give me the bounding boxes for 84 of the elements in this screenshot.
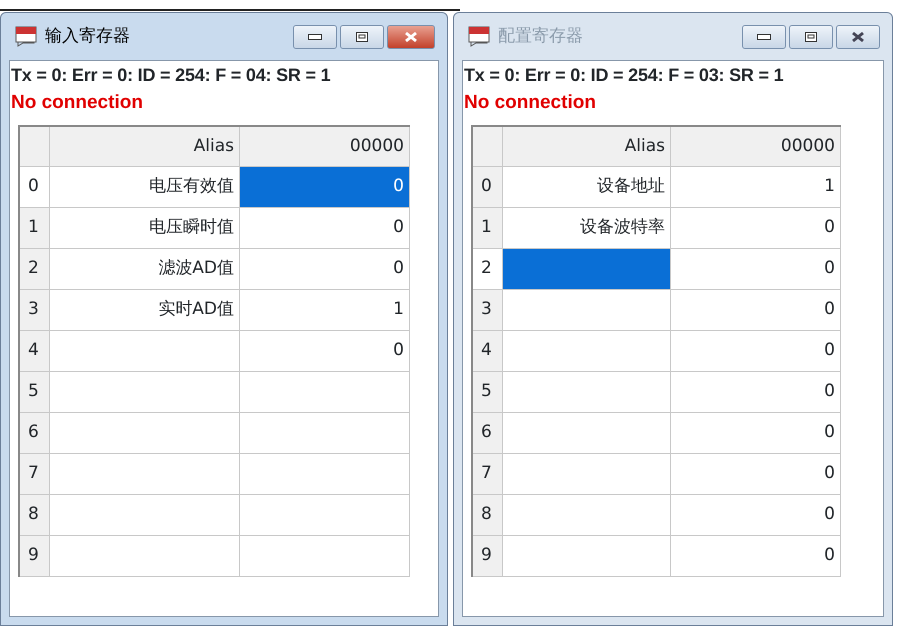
- table-cell[interactable]: [240, 495, 410, 536]
- table-cell[interactable]: 设备地址: [503, 167, 671, 208]
- maximize-icon: [805, 32, 817, 42]
- close-icon: [404, 30, 418, 42]
- table-cell[interactable]: [503, 372, 671, 413]
- table-cell[interactable]: 0: [671, 536, 841, 577]
- row-header[interactable]: 0: [20, 167, 50, 208]
- table-cell[interactable]: 0: [240, 331, 410, 372]
- close-button[interactable]: [836, 24, 880, 48]
- row-header[interactable]: 3: [473, 290, 503, 331]
- table-cell[interactable]: 实时AD值: [50, 290, 240, 331]
- close-button[interactable]: [387, 24, 435, 48]
- window-title: 配置寄存器: [498, 24, 584, 48]
- document-icon: [468, 26, 490, 48]
- table-cell[interactable]: [240, 536, 410, 577]
- row-header[interactable]: 6: [473, 413, 503, 454]
- table-cell[interactable]: [50, 454, 240, 495]
- column-header[interactable]: Alias: [50, 127, 240, 167]
- maximize-icon: [356, 32, 368, 42]
- table-cell[interactable]: 0: [671, 413, 841, 454]
- row-header[interactable]: 2: [473, 249, 503, 290]
- table-cell[interactable]: 0: [671, 454, 841, 495]
- table-cell[interactable]: 0: [671, 249, 841, 290]
- row-header[interactable]: 3: [20, 290, 50, 331]
- table-cell[interactable]: 0: [671, 208, 841, 249]
- table-cell[interactable]: 0: [671, 495, 841, 536]
- row-header[interactable]: 7: [20, 454, 50, 495]
- table-cell[interactable]: 0: [671, 290, 841, 331]
- column-header[interactable]: Alias: [503, 127, 671, 167]
- close-icon: [851, 30, 865, 42]
- connection-status: No connection: [463, 91, 597, 115]
- column-header[interactable]: 00000: [671, 127, 841, 167]
- status-line: Tx = 0: Err = 0: ID = 254: F = 04: SR = 1: [10, 64, 332, 87]
- row-header[interactable]: 0: [473, 167, 503, 208]
- table-cell[interactable]: 电压瞬时值: [50, 208, 240, 249]
- row-header[interactable]: 4: [473, 331, 503, 372]
- row-header[interactable]: 9: [473, 536, 503, 577]
- table-cell[interactable]: [503, 536, 671, 577]
- table-cell[interactable]: 1: [671, 167, 841, 208]
- table-cell[interactable]: [503, 413, 671, 454]
- minimize-icon: [308, 34, 322, 40]
- table-cell[interactable]: [50, 331, 240, 372]
- table-cell[interactable]: [240, 413, 410, 454]
- table-cell[interactable]: [503, 454, 671, 495]
- column-header[interactable]: 00000: [240, 127, 410, 167]
- row-header[interactable]: 5: [20, 372, 50, 413]
- maximize-button[interactable]: [340, 24, 384, 48]
- window-title: 输入寄存器: [45, 24, 131, 48]
- row-header[interactable]: 5: [473, 372, 503, 413]
- row-header[interactable]: 1: [473, 208, 503, 249]
- row-header[interactable]: 7: [473, 454, 503, 495]
- table-cell[interactable]: 0: [671, 372, 841, 413]
- table-cell[interactable]: 0: [240, 208, 410, 249]
- connection-status: No connection: [10, 91, 144, 115]
- table-cell[interactable]: [503, 249, 671, 290]
- table-cell[interactable]: [50, 495, 240, 536]
- corner-header: [20, 127, 50, 167]
- table-cell[interactable]: 1: [240, 290, 410, 331]
- table-cell[interactable]: 0: [240, 249, 410, 290]
- table-cell[interactable]: [503, 331, 671, 372]
- table-cell[interactable]: 滤波AD值: [50, 249, 240, 290]
- status-line: Tx = 0: Err = 0: ID = 254: F = 03: SR = 1: [463, 64, 784, 87]
- row-header[interactable]: 4: [20, 331, 50, 372]
- row-header[interactable]: 8: [473, 495, 503, 536]
- minimize-button[interactable]: [293, 24, 337, 48]
- minimize-icon: [757, 34, 771, 40]
- minimize-button[interactable]: [742, 24, 786, 48]
- row-header[interactable]: 1: [20, 208, 50, 249]
- row-header[interactable]: 2: [20, 249, 50, 290]
- corner-header: [473, 127, 503, 167]
- document-icon: [15, 26, 37, 48]
- row-header[interactable]: 6: [20, 413, 50, 454]
- row-header[interactable]: 9: [20, 536, 50, 577]
- table-cell[interactable]: [50, 413, 240, 454]
- table-cell[interactable]: [50, 536, 240, 577]
- table-cell[interactable]: [503, 290, 671, 331]
- table-cell[interactable]: 0: [671, 331, 841, 372]
- table-cell[interactable]: [503, 495, 671, 536]
- table-cell[interactable]: [240, 372, 410, 413]
- table-cell[interactable]: [50, 372, 240, 413]
- row-header[interactable]: 8: [20, 495, 50, 536]
- table-cell[interactable]: [240, 454, 410, 495]
- table-cell[interactable]: 0: [240, 167, 410, 208]
- maximize-button[interactable]: [789, 24, 833, 48]
